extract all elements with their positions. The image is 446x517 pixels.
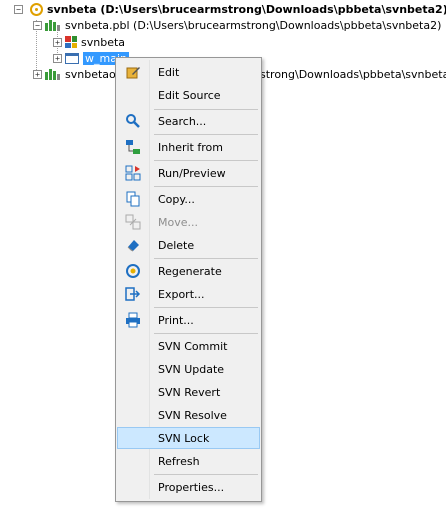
expand-toggle[interactable]: + xyxy=(53,53,62,63)
application-label: svnbeta xyxy=(81,35,126,49)
menu-item-refresh[interactable]: Refresh xyxy=(118,450,259,472)
menu-separator xyxy=(154,307,258,308)
delete-icon xyxy=(118,237,148,253)
menu-item-search[interactable]: Search... xyxy=(118,110,259,132)
menu-item-label: Regenerate xyxy=(158,264,222,278)
menu-item-svn-lock[interactable]: SVN Lock xyxy=(117,427,260,449)
menu-item-inherit-from[interactable]: Inherit from xyxy=(118,136,259,158)
menu-item-label: Edit Source xyxy=(158,88,221,102)
menu-item-label: Move... xyxy=(158,215,198,229)
menu-item-regenerate[interactable]: Regenerate xyxy=(118,260,259,282)
menu-item-copy[interactable]: Copy... xyxy=(118,188,259,210)
menu-item-label: SVN Update xyxy=(158,362,225,376)
menu-item-label: Edit xyxy=(158,65,180,79)
menu-item-svn-commit[interactable]: SVN Commit xyxy=(118,335,259,357)
menu-item-label: Export... xyxy=(158,287,205,301)
menu-separator xyxy=(154,160,258,161)
menu-item-label: SVN Commit xyxy=(158,339,228,353)
move-icon xyxy=(118,214,148,230)
inherit-icon xyxy=(118,139,148,155)
workspace-label: svnbeta (D:\Users\brucearmstrong\Downloa… xyxy=(47,2,446,16)
workspace-icon xyxy=(30,2,43,16)
menu-separator xyxy=(154,258,258,259)
menu-item-delete[interactable]: Delete xyxy=(118,234,259,256)
menu-item-label: Delete xyxy=(158,238,195,252)
search-icon xyxy=(118,113,148,129)
menu-item-label: SVN Revert xyxy=(158,385,221,399)
menu-item-label: Search... xyxy=(158,114,207,128)
copy-icon xyxy=(118,191,148,207)
library-icon xyxy=(45,68,61,80)
library-2-label-left: svnbetaol xyxy=(65,67,119,81)
menu-item-label: Print... xyxy=(158,313,194,327)
menu-item-label: Inherit from xyxy=(158,140,223,154)
menu-item-label: Properties... xyxy=(158,480,225,494)
library-label: svnbeta.pbl (D:\Users\brucearmstrong\Dow… xyxy=(65,18,442,32)
export-icon xyxy=(118,286,148,302)
menu-item-edit-source[interactable]: Edit Source xyxy=(118,84,259,106)
menu-item-move[interactable]: Move... xyxy=(118,211,259,233)
menu-item-label: SVN Resolve xyxy=(158,408,227,422)
menu-item-edit[interactable]: Edit xyxy=(118,61,259,83)
menu-separator xyxy=(154,474,258,475)
context-menu: Edit Edit Source Search... Inherit from … xyxy=(115,57,262,502)
menu-item-label: Copy... xyxy=(158,192,195,206)
menu-item-export[interactable]: Export... xyxy=(118,283,259,305)
edit-icon xyxy=(118,64,148,80)
menu-separator xyxy=(154,186,258,187)
menu-item-label: Refresh xyxy=(158,454,200,468)
application-icon xyxy=(65,36,77,48)
collapse-toggle[interactable]: − xyxy=(33,20,42,30)
menu-item-properties[interactable]: Properties... xyxy=(118,476,259,498)
expand-toggle[interactable]: + xyxy=(33,69,42,79)
menu-item-label: Run/Preview xyxy=(158,166,226,180)
collapse-toggle[interactable]: − xyxy=(14,4,23,14)
menu-item-svn-revert[interactable]: SVN Revert xyxy=(118,381,259,403)
regenerate-icon xyxy=(118,263,148,279)
menu-item-svn-update[interactable]: SVN Update xyxy=(118,358,259,380)
library-2-label-right: strong\Downloads\pbbeta\svnbeta2) xyxy=(260,67,446,81)
menu-separator xyxy=(154,134,258,135)
menu-item-print[interactable]: Print... xyxy=(118,309,259,331)
print-icon xyxy=(118,312,148,328)
window-icon xyxy=(65,52,79,64)
expand-toggle[interactable]: + xyxy=(53,37,62,47)
menu-item-svn-resolve[interactable]: SVN Resolve xyxy=(118,404,259,426)
menu-item-run-preview[interactable]: Run/Preview xyxy=(118,162,259,184)
run-preview-icon xyxy=(118,165,148,181)
tree-node-library[interactable]: − svnbeta.pbl (D:\Users\brucearmstrong\D… xyxy=(33,16,441,34)
library-icon xyxy=(45,19,61,31)
menu-separator xyxy=(154,333,258,334)
menu-item-label: SVN Lock xyxy=(158,431,210,445)
